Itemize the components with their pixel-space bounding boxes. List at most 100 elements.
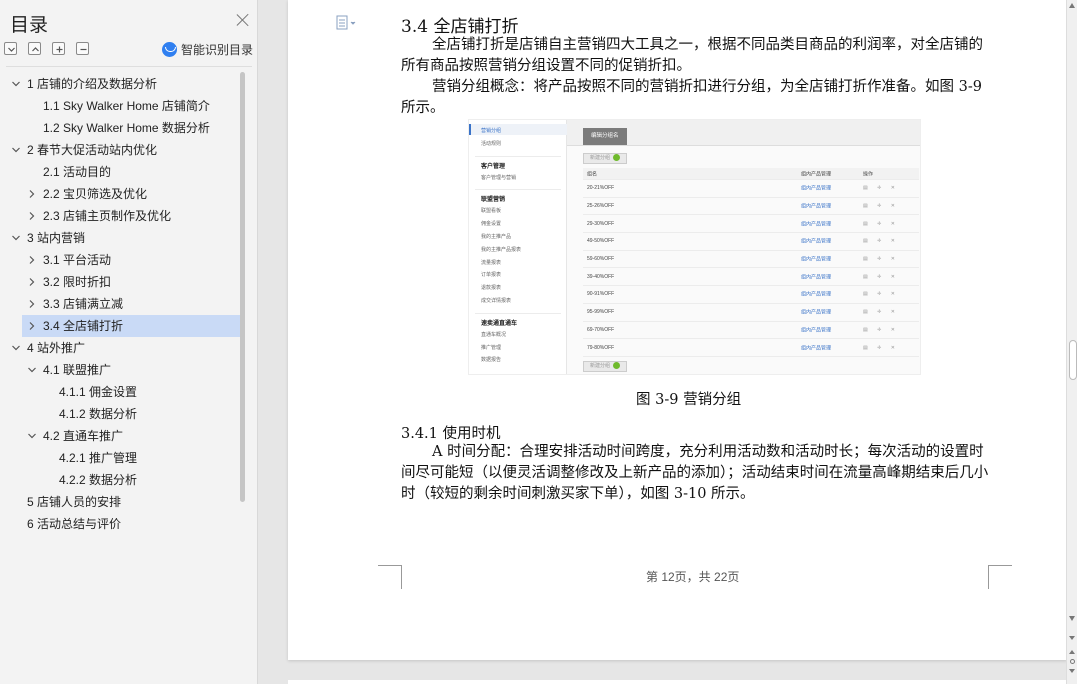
figure-table-row: 95-99%OFF 组内产品管理 ▤ ✛ ✕ <box>583 304 919 322</box>
toc-item[interactable]: 1 店铺的介绍及数据分析 <box>0 73 240 95</box>
prev-page-icon[interactable] <box>1069 650 1075 654</box>
toc-item-label: 4.2.2 数据分析 <box>59 473 138 487</box>
figure-column-header: 组内产品管理 <box>801 171 832 177</box>
figure-tabbar: 编辑分组名 <box>567 120 920 146</box>
chevron-right-icon[interactable] <box>28 322 36 330</box>
toc-item[interactable]: 5 店铺人员的安排 <box>0 491 240 513</box>
figure-sidebar-item: 流量报表 <box>481 259 502 266</box>
figure-group-link: 组内产品管理 <box>801 238 832 245</box>
toc-scrollbar[interactable] <box>240 72 245 502</box>
chevron-right-icon[interactable] <box>28 278 36 286</box>
figure-group-name: 20-21%OFF <box>587 185 615 192</box>
help-icon <box>613 154 621 162</box>
figure-group-name: 39-40%OFF <box>587 273 615 280</box>
chevron-down-icon[interactable] <box>12 146 20 154</box>
toc-item-label: 2.3 店铺主页制作及优化 <box>43 209 172 223</box>
figure-table-row: 49-50%OFF 组内产品管理 ▤ ✛ ✕ <box>583 233 919 251</box>
figure-row-actions: ▤ ✛ ✕ <box>863 238 899 245</box>
toc-item[interactable]: 3.3 店铺满立减 <box>0 293 240 315</box>
expand-icon[interactable] <box>52 42 65 55</box>
smart-toc-label: 智能识别目录 <box>181 42 254 57</box>
browse-object-icon[interactable] <box>1070 659 1075 664</box>
figure-table-row: 39-40%OFF 组内产品管理 ▤ ✛ ✕ <box>583 268 919 287</box>
document-page: 3.4 全店铺打折 全店铺打折是店铺自主营销四大工具之一，根据不同品类目商品的利… <box>288 0 1067 660</box>
toc-item[interactable]: 3.2 限时折扣 <box>0 271 240 293</box>
figure-group-name: 49-50%OFF <box>587 238 615 245</box>
toc-item-label: 4.1 联盟推广 <box>43 363 112 377</box>
figure-add-button: 新建分组 <box>583 153 628 164</box>
toc-item[interactable]: 4.2.2 数据分析 <box>0 469 240 491</box>
toc-item[interactable]: 2 春节大促活动站内优化 <box>0 139 240 161</box>
figure-group-link: 组内产品管理 <box>801 256 832 263</box>
figure-table-row: 79-80%OFF 组内产品管理 ▤ ✛ ✕ <box>583 339 919 357</box>
chevron-right-icon[interactable] <box>28 300 36 308</box>
figure-main: 编辑分组名 新建分组 组名 组内产品管理 操作 20-21%OFF 组内产品管理 ▤ ✛ … <box>567 120 920 374</box>
chevron-right-icon[interactable] <box>28 190 36 198</box>
toc-item[interactable]: 4.1 联盟推广 <box>0 359 240 381</box>
toc-item[interactable]: 3.4 全店铺打折 <box>22 315 240 337</box>
figure-table-row: 29-30%OFF 组内产品管理 ▤ ✛ ✕ <box>583 215 919 234</box>
toc-item[interactable]: 1.1 Sky Walker Home 店铺简介 <box>0 95 240 117</box>
figure-sidebar-item: 数据报告 <box>481 357 502 364</box>
collapse-icon[interactable] <box>28 42 41 55</box>
toc-item[interactable]: 4.2 直通车推广 <box>0 425 240 447</box>
figure-group-link: 组内产品管理 <box>801 221 832 228</box>
figure-sidebar-item: 佣金设置 <box>481 221 502 228</box>
figure-group-name: 59-60%OFF <box>587 256 615 263</box>
toc-item[interactable]: 3 站内营销 <box>0 227 240 249</box>
figure-group-name: 95-99%OFF <box>587 309 615 316</box>
figure-sidebar-item: 我的主推产品报表 <box>481 246 522 253</box>
close-icon[interactable] <box>236 13 250 27</box>
figure-sidebar-item: 联盟看板 <box>481 208 502 215</box>
figure-group-link: 组内产品管理 <box>801 327 832 334</box>
figure-row-actions: ▤ ✛ ✕ <box>863 344 899 351</box>
toc-item[interactable]: 2.3 店铺主页制作及优化 <box>0 205 240 227</box>
divider <box>475 189 561 191</box>
chevron-down-icon[interactable] <box>12 344 20 352</box>
figure-sidebar-item: 营销分组 <box>481 128 502 134</box>
figure-sidebar-item: 客户管理与营销 <box>481 174 517 181</box>
toc-item[interactable]: 6 活动总结与评价 <box>0 513 240 535</box>
toc-item-label: 3.2 限时折扣 <box>43 275 112 289</box>
scroll-down-icon[interactable] <box>1069 616 1075 621</box>
scrollbar-thumb[interactable] <box>1069 340 1077 380</box>
toc-item[interactable]: 3.1 平台活动 <box>0 249 240 271</box>
collapse-all-icon[interactable] <box>4 42 17 55</box>
chevron-down-icon[interactable] <box>12 80 20 88</box>
toc-item[interactable]: 4.2.1 推广管理 <box>0 447 240 469</box>
figure-row-actions: ▤ ✛ ✕ <box>863 256 899 263</box>
toc-item[interactable]: 4.1.2 数据分析 <box>0 403 240 425</box>
toc-list: 1 店铺的介绍及数据分析 1.1 Sky Walker Home 店铺简介 1.2 … <box>0 73 240 535</box>
figure-group-link: 组内产品管理 <box>801 274 832 281</box>
figure-sidebar-heading: 客户管理 <box>481 163 506 170</box>
smart-toc-button[interactable]: 智能识别目录 <box>162 40 253 58</box>
scroll-up-icon[interactable] <box>1069 3 1075 8</box>
figure-add-button-bottom: 新建分组 <box>583 361 628 372</box>
toc-item-label: 4.2.1 推广管理 <box>59 451 138 465</box>
vertical-scrollbar[interactable] <box>1066 0 1077 684</box>
page-up-icon[interactable] <box>1069 636 1075 640</box>
toc-item[interactable]: 2.2 宝贝筛选及优化 <box>0 183 240 205</box>
toc-item-label: 1.2 Sky Walker Home 数据分析 <box>43 121 210 135</box>
divider <box>475 155 561 157</box>
toc-item[interactable]: 2.1 活动目的 <box>0 161 240 183</box>
paragraph-menu-icon[interactable] <box>336 15 358 31</box>
figure-table-row: 25-26%OFF 组内产品管理 ▤ ✛ ✕ <box>583 198 919 216</box>
toc-item[interactable]: 4 站外推广 <box>0 337 240 359</box>
figure-image: 营销分组 活动规则 客户管理 客户管理与营销 联盟营销 联盟看板 佣金设置 我的主推产品 我的主… <box>468 119 921 375</box>
figure-column-header: 组名 <box>587 171 598 177</box>
toc-item[interactable]: 4.1.1 佣金设置 <box>0 381 240 403</box>
chevron-right-icon[interactable] <box>28 256 36 264</box>
next-page-icon[interactable] <box>1069 669 1075 673</box>
chevron-down-icon[interactable] <box>28 366 36 374</box>
toc-item-label: 1 店铺的介绍及数据分析 <box>27 77 158 91</box>
figure-add-label: 新建分组 <box>590 155 611 161</box>
figure-sidebar-heading: 联盟营销 <box>481 197 506 204</box>
figure-row-actions: ▤ ✛ ✕ <box>863 220 899 227</box>
chevron-down-icon[interactable] <box>12 234 20 242</box>
chevron-down-icon[interactable] <box>28 432 36 440</box>
minus-icon[interactable] <box>76 42 89 55</box>
chevron-right-icon[interactable] <box>28 212 36 220</box>
toc-item[interactable]: 1.2 Sky Walker Home 数据分析 <box>0 117 240 139</box>
figure-group-name: 69-70%OFF <box>587 326 615 333</box>
